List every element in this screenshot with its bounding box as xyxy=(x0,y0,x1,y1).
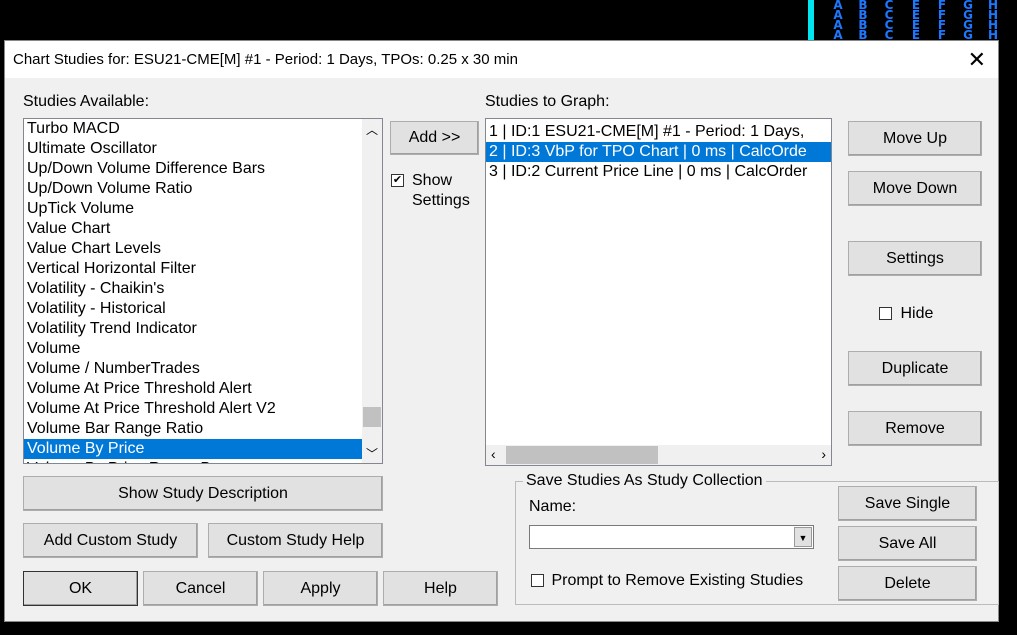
list-item[interactable]: Turbo MACD xyxy=(24,119,362,139)
studies-to-graph-list[interactable]: 1 | ID:1 ESU21-CME[M] #1 - Period: 1 Day… xyxy=(485,118,832,466)
list-item[interactable]: Value Chart Levels xyxy=(24,239,362,259)
name-label: Name: xyxy=(529,498,577,515)
scroll-right-icon[interactable]: › xyxy=(821,446,826,462)
show-settings-checkbox[interactable]: ✔ xyxy=(391,172,404,190)
background-letter-column: B B B B xyxy=(858,0,868,42)
show-study-description-button[interactable]: Show Study Description xyxy=(23,476,383,511)
show-settings-label: Show Settings xyxy=(412,172,470,209)
save-single-button[interactable]: Save Single xyxy=(838,486,977,521)
prompt-remove-label: Prompt to Remove Existing Studies xyxy=(551,572,804,589)
ok-button[interactable]: OK xyxy=(23,571,138,606)
hide-checkbox[interactable]: Hide xyxy=(879,305,933,323)
background-letter-column: G G G G xyxy=(963,0,973,42)
list-item[interactable]: 2 | ID:3 VbP for TPO Chart | 0 ms | Calc… xyxy=(486,142,831,162)
list-item[interactable]: 3 | ID:2 Current Price Line | 0 ms | Cal… xyxy=(486,162,831,182)
list-item[interactable]: Volatility Trend Indicator xyxy=(24,319,362,339)
scroll-thumb[interactable] xyxy=(506,446,658,464)
list-item[interactable]: UpTick Volume xyxy=(24,199,362,219)
checkbox[interactable]: ✔ xyxy=(391,174,404,188)
background-letter-column: A A A A xyxy=(833,0,843,42)
vertical-scrollbar[interactable]: ︿ ﹀ xyxy=(362,119,382,463)
scroll-left-icon[interactable]: ‹ xyxy=(491,446,496,462)
list-item[interactable]: Volume xyxy=(24,339,362,359)
chart-studies-dialog: Chart Studies for: ESU21-CME[M] #1 - Per… xyxy=(4,40,999,622)
title-bar: Chart Studies for: ESU21-CME[M] #1 - Per… xyxy=(5,41,998,78)
apply-button[interactable]: Apply xyxy=(263,571,378,606)
dialog-title: Chart Studies for: ESU21-CME[M] #1 - Per… xyxy=(13,51,518,68)
scroll-thumb[interactable] xyxy=(363,407,381,427)
custom-study-help-button[interactable]: Custom Study Help xyxy=(208,523,383,558)
list-item[interactable]: Volume By Price Range Bars xyxy=(24,459,362,463)
save-all-button[interactable]: Save All xyxy=(838,526,977,561)
scroll-up-icon[interactable]: ︿ xyxy=(366,121,378,138)
list-item[interactable]: 1 | ID:1 ESU21-CME[M] #1 - Period: 1 Day… xyxy=(486,122,831,142)
list-item[interactable]: Volume By Price xyxy=(24,439,362,459)
settings-button[interactable]: Settings xyxy=(848,241,982,276)
studies-available-list[interactable]: Turbo MACD Ultimate Oscillator Up/Down Vol… xyxy=(23,118,383,464)
move-down-button[interactable]: Move Down xyxy=(848,171,982,206)
cancel-button[interactable]: Cancel xyxy=(143,571,258,606)
move-up-button[interactable]: Move Up xyxy=(848,121,982,156)
list-item[interactable]: Value Chart xyxy=(24,219,362,239)
close-icon[interactable]: ✕ xyxy=(968,47,986,73)
study-collection-label: Save Studies As Study Collection xyxy=(523,472,766,490)
help-button[interactable]: Help xyxy=(383,571,498,606)
list-item[interactable]: Vertical Horizontal Filter xyxy=(24,259,362,279)
checkbox[interactable] xyxy=(879,307,892,321)
list-item[interactable]: Up/Down Volume Difference Bars xyxy=(24,159,362,179)
scroll-down-icon[interactable]: ﹀ xyxy=(366,445,378,462)
list-item[interactable]: Volume Bar Range Ratio xyxy=(24,419,362,439)
list-item[interactable]: Volume At Price Threshold Alert V2 xyxy=(24,399,362,419)
horizontal-scrollbar[interactable]: ‹ › xyxy=(486,445,831,465)
list-item[interactable]: Volume / NumberTrades xyxy=(24,359,362,379)
background-letter-column: C C C C xyxy=(884,0,894,42)
list-item[interactable]: Volatility - Historical xyxy=(24,299,362,319)
background-letter-column: H H H H xyxy=(988,0,999,42)
checkbox[interactable] xyxy=(531,574,544,588)
name-combobox[interactable]: ▼ xyxy=(529,525,814,549)
list-item[interactable]: Ultimate Oscillator xyxy=(24,139,362,159)
duplicate-button[interactable]: Duplicate xyxy=(848,351,982,386)
add-custom-study-button[interactable]: Add Custom Study xyxy=(23,523,198,558)
chart-background-bar xyxy=(808,0,814,40)
dropdown-arrow-icon[interactable]: ▼ xyxy=(794,527,812,547)
studies-to-graph-label: Studies to Graph: xyxy=(485,93,610,110)
background-letter-column: E E E E xyxy=(911,0,921,42)
background-letter-column: F F F F xyxy=(937,0,947,42)
list-item[interactable]: Volume At Price Threshold Alert xyxy=(24,379,362,399)
hide-label: Hide xyxy=(900,305,934,322)
delete-button[interactable]: Delete xyxy=(838,566,977,601)
studies-available-label: Studies Available: xyxy=(23,93,150,110)
prompt-remove-checkbox[interactable]: Prompt to Remove Existing Studies xyxy=(531,572,803,590)
list-item[interactable]: Up/Down Volume Ratio xyxy=(24,179,362,199)
remove-button[interactable]: Remove xyxy=(848,411,982,446)
list-item[interactable]: Volatility - Chaikin's xyxy=(24,279,362,299)
add-button[interactable]: Add >> xyxy=(390,121,479,155)
